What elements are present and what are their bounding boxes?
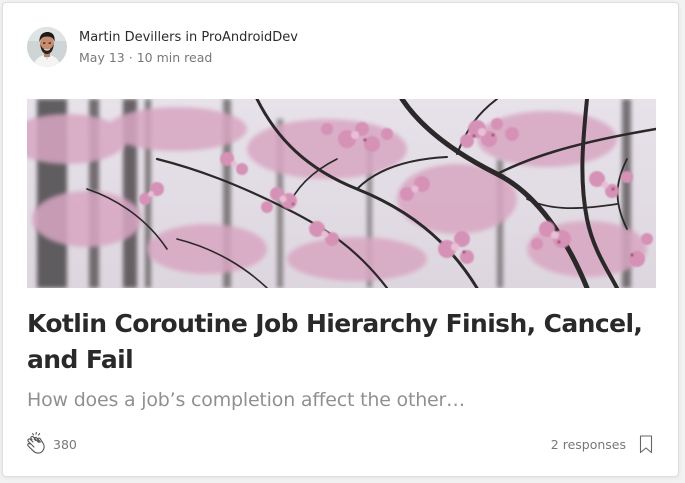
- bookmark-icon: [639, 434, 653, 453]
- post-title[interactable]: Kotlin Coroutine Job Hierarchy Finish, C…: [27, 306, 657, 378]
- author-avatar[interactable]: [27, 27, 67, 67]
- author-link[interactable]: Martin Devillers: [79, 30, 181, 45]
- clap-area: 380: [25, 431, 77, 457]
- clap-button[interactable]: [25, 431, 49, 457]
- avatar-image: [27, 27, 67, 67]
- clap-count[interactable]: 380: [53, 437, 77, 452]
- read-time: 10 min read: [136, 50, 213, 65]
- clap-icon: [27, 432, 45, 454]
- hero-image[interactable]: [27, 99, 656, 288]
- post-date[interactable]: May 13: [79, 50, 125, 65]
- bookmark-button[interactable]: [638, 433, 654, 455]
- post-date-line: May 13 · 10 min read: [79, 49, 298, 67]
- in-word: in: [185, 30, 198, 45]
- post-card[interactable]: Martin Devillers in ProAndroidDev May 13…: [2, 2, 679, 477]
- byline: Martin Devillers in ProAndroidDev: [79, 29, 298, 47]
- responses-link[interactable]: 2 responses: [551, 437, 626, 452]
- post-meta: Martin Devillers in ProAndroidDev May 13…: [79, 29, 298, 67]
- publication-link[interactable]: ProAndroidDev: [201, 30, 298, 45]
- response-area: 2 responses: [551, 431, 654, 457]
- meta-separator: ·: [128, 50, 133, 65]
- cherry-blossom-image: [27, 99, 656, 288]
- post-subtitle[interactable]: How does a job’s completion affect the o…: [27, 387, 657, 413]
